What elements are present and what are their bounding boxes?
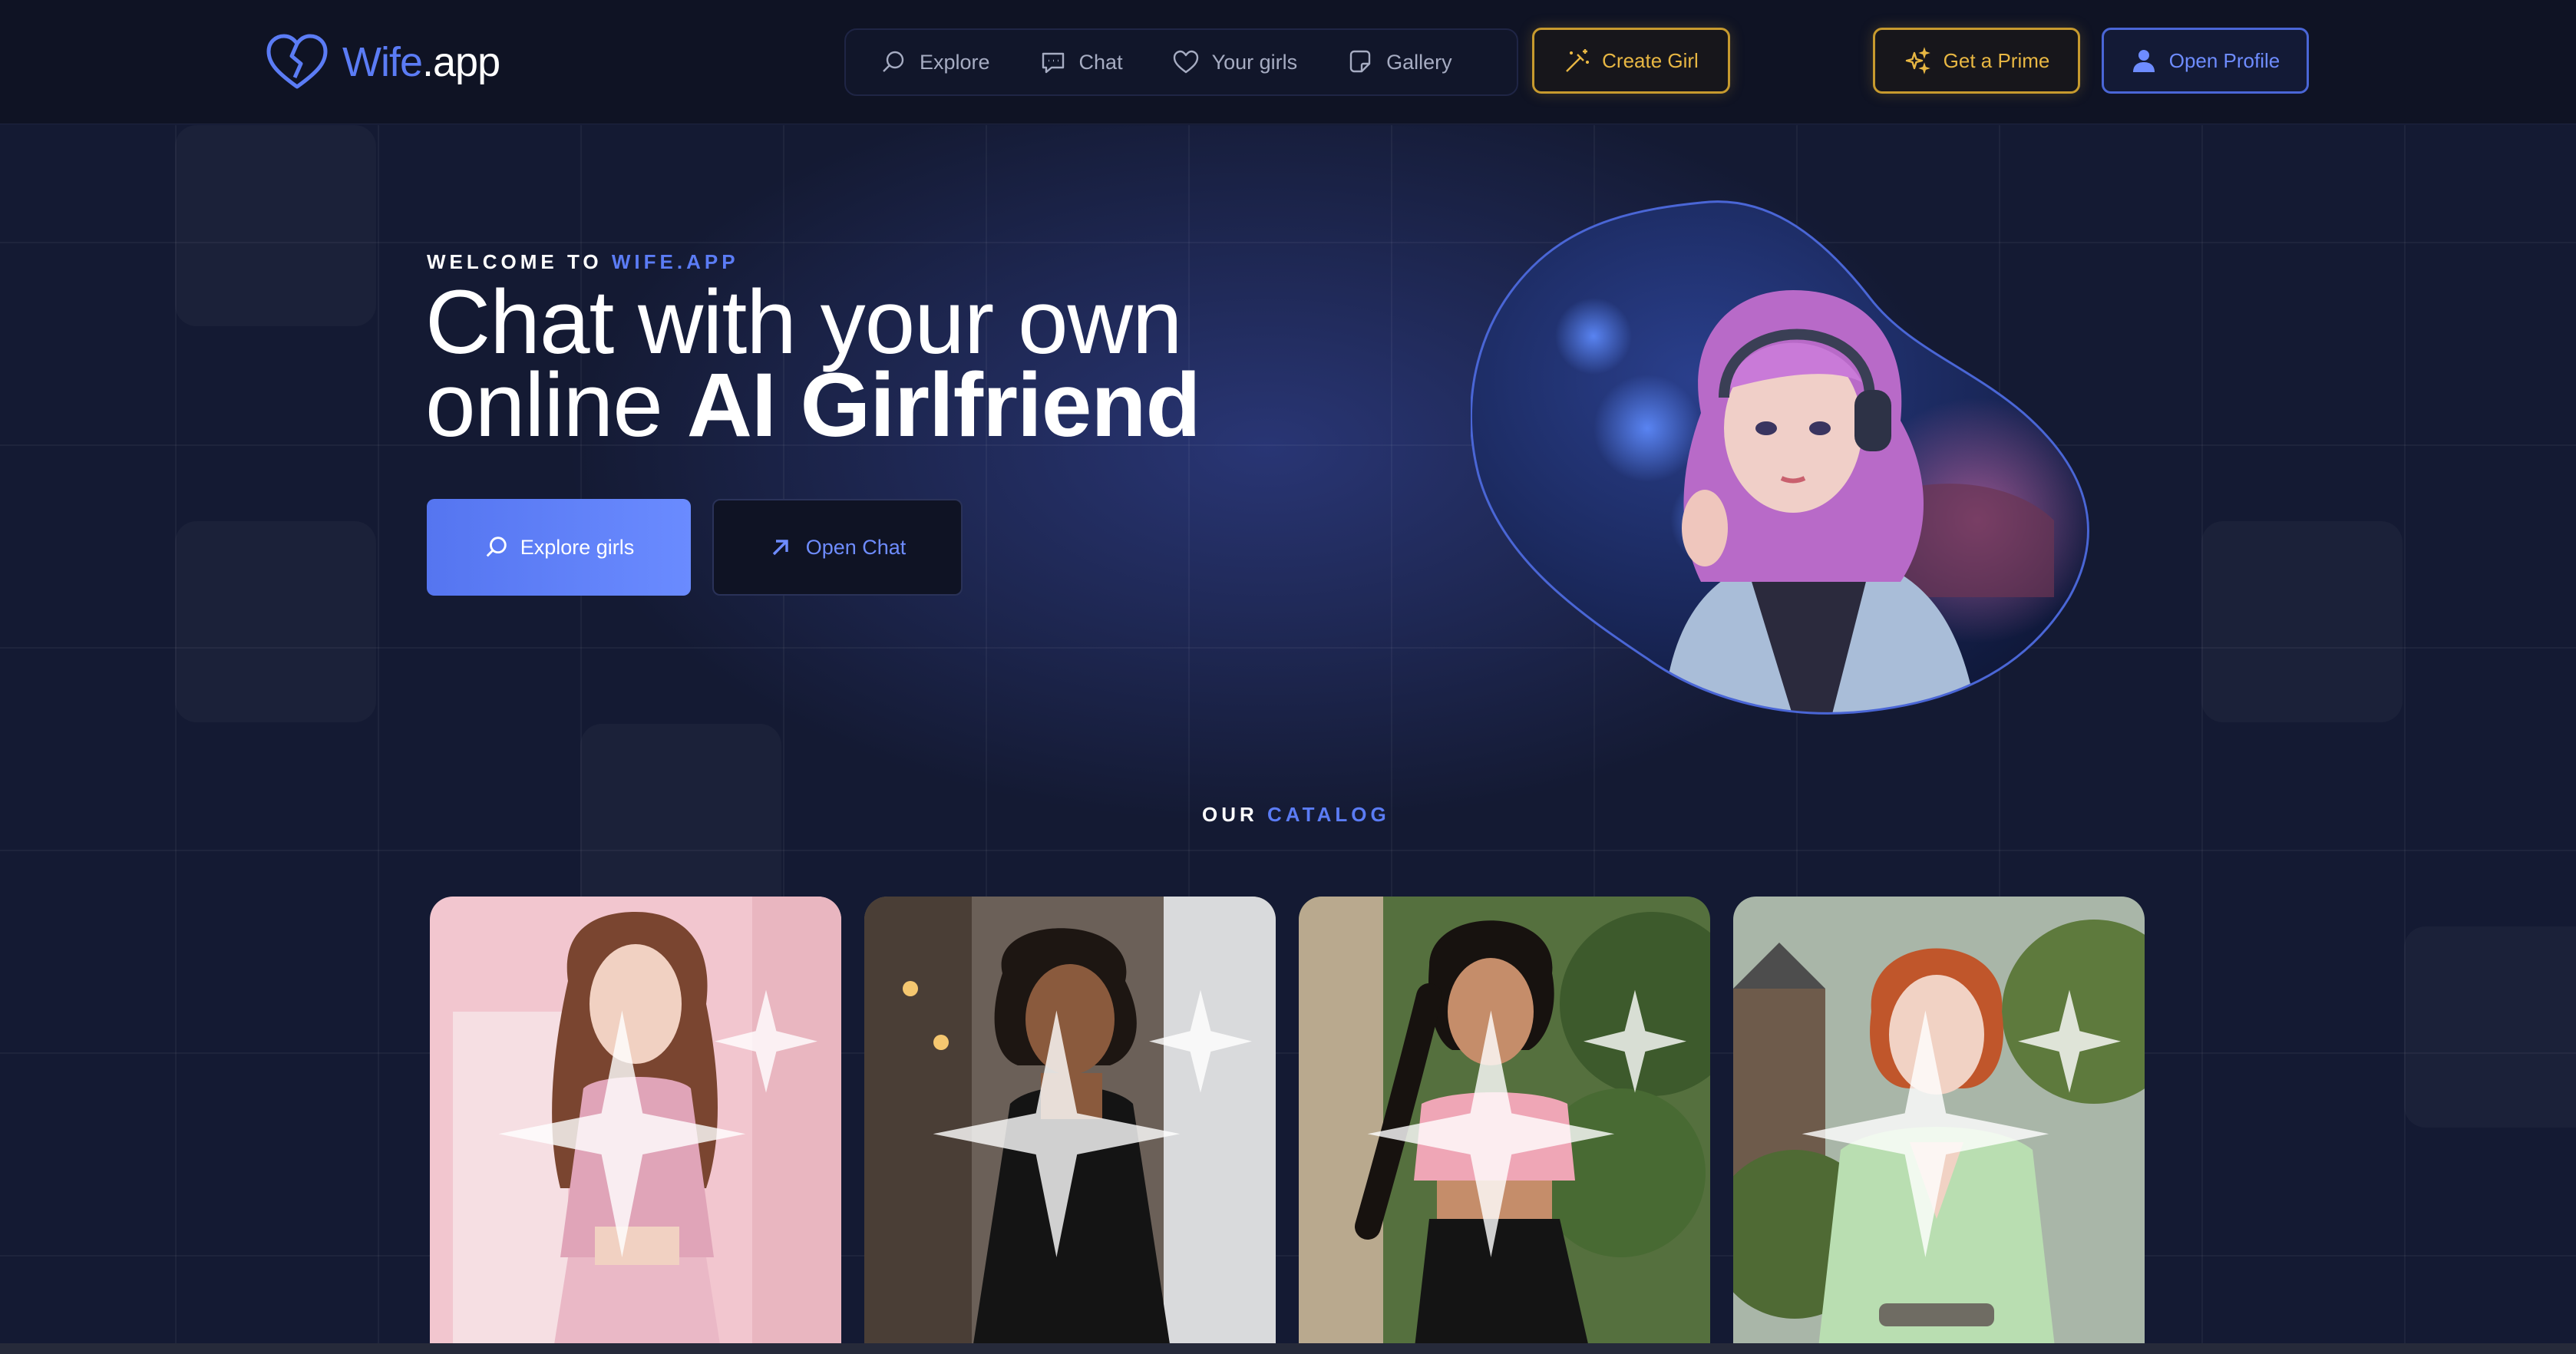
grid-tile: [2201, 521, 2403, 722]
catalog-card-1[interactable]: [430, 897, 841, 1354]
open-chat-button[interactable]: Open Chat: [712, 499, 963, 596]
main-nav: Explore Chat Your girls Gallery: [844, 28, 1518, 96]
nav-item-label: Chat: [1078, 50, 1123, 74]
welcome-brand: WIFE.APP: [611, 250, 739, 273]
broken-heart-icon: [266, 34, 328, 89]
catalog-heading: OUR CATALOG: [1202, 803, 1390, 827]
nav-item-explore[interactable]: Explore: [880, 48, 990, 76]
nav-item-gallery[interactable]: Gallery: [1346, 48, 1452, 76]
hero-girl-image: [1471, 200, 2089, 715]
logo[interactable]: Wife.app: [266, 29, 500, 95]
arrow-up-right-icon: [772, 540, 788, 556]
headline-line2-bold: AI Girlfriend: [686, 355, 1201, 456]
bottom-scroll-strip: [0, 1343, 2576, 1354]
grid-tile: [175, 521, 376, 722]
nav-item-chat[interactable]: Chat: [1039, 48, 1123, 76]
sparkle-icon: [933, 989, 1252, 1257]
catalog-prefix: OUR: [1202, 803, 1258, 826]
open-chat-label: Open Chat: [805, 535, 907, 559]
hero-headline: Chat with your own online AI Girlfriend: [425, 277, 1270, 451]
sparkle-icon: [498, 989, 817, 1257]
catalog-accent: CATALOG: [1267, 803, 1390, 826]
logo-brand: Wife: [342, 39, 423, 85]
logo-text: Wife.app: [342, 38, 500, 86]
gallery-icon: [1349, 50, 1371, 73]
open-profile-label: Open Profile: [2168, 48, 2280, 72]
catalog-card-4[interactable]: [1733, 897, 2145, 1354]
user-icon: [2132, 50, 2155, 72]
welcome-prefix: WELCOME TO: [427, 250, 603, 273]
heart-icon: [1173, 50, 1198, 74]
sparkle-icon: [1802, 989, 2121, 1257]
create-girl-button[interactable]: Create Girl: [1532, 28, 1730, 94]
search-icon: [486, 537, 507, 557]
nav-item-label: Your girls: [1211, 50, 1298, 74]
headline-line2-plain: online: [425, 355, 663, 456]
grid-tile: [580, 724, 781, 925]
explore-girls-button[interactable]: Explore girls: [427, 499, 691, 596]
nav-item-label: Explore: [920, 50, 990, 74]
nav-item-your-girls[interactable]: Your girls: [1172, 48, 1298, 76]
catalog-card-3[interactable]: [1299, 897, 1710, 1354]
catalog-card-2[interactable]: [864, 897, 1276, 1354]
grid-tile: [2404, 926, 2576, 1128]
get-prime-button[interactable]: Get a Prime: [1873, 28, 2080, 94]
welcome-eyebrow: WELCOME TO WIFE.APP: [427, 250, 739, 274]
magic-wand-icon: [1566, 49, 1590, 72]
sparkles-icon: [1905, 47, 1930, 74]
sparkle-icon: [1367, 989, 1686, 1257]
create-girl-label: Create Girl: [1602, 48, 1699, 72]
search-icon: [883, 51, 904, 72]
explore-girls-label: Explore girls: [520, 535, 635, 559]
grid-tile: [175, 125, 376, 326]
top-header: Wife.app Explore Chat Your girls Gallery…: [0, 0, 2576, 124]
logo-tld: .app: [422, 39, 500, 85]
background-grid: [0, 125, 2576, 1354]
chat-icon: [1042, 52, 1064, 74]
nav-item-label: Gallery: [1386, 50, 1452, 74]
get-prime-label: Get a Prime: [1943, 48, 2050, 72]
open-profile-button[interactable]: Open Profile: [2102, 28, 2309, 94]
hero-background: [0, 125, 2576, 1354]
